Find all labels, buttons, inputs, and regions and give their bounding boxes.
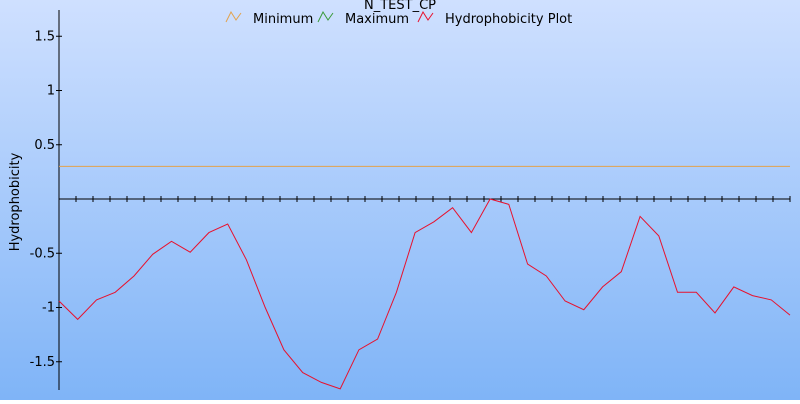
- chart-background: [0, 0, 800, 400]
- y-tick-label: 0.5: [34, 138, 55, 153]
- legend-label: Hydrophobicity Plot: [445, 12, 572, 27]
- legend: Minimum Maximum Hydrophobicity Plot: [225, 10, 572, 27]
- y-tick-label: -1.5: [30, 355, 55, 370]
- hydrophobicity-chart: N_TEST_CP Minimum Maximum Hydrophobicity P…: [0, 0, 800, 400]
- chart-stage: N_TEST_CP Minimum Maximum Hydrophobicity P…: [0, 0, 800, 400]
- legend-label: Minimum: [253, 12, 313, 27]
- y-tick-label: 1.5: [34, 29, 55, 44]
- y-axis-label: Hydrophobicity: [8, 152, 23, 251]
- legend-label: Maximum: [345, 12, 409, 27]
- y-tick-label: -0.5: [30, 246, 55, 261]
- y-tick-label: 1: [47, 84, 55, 99]
- y-tick-label: -1: [42, 301, 55, 316]
